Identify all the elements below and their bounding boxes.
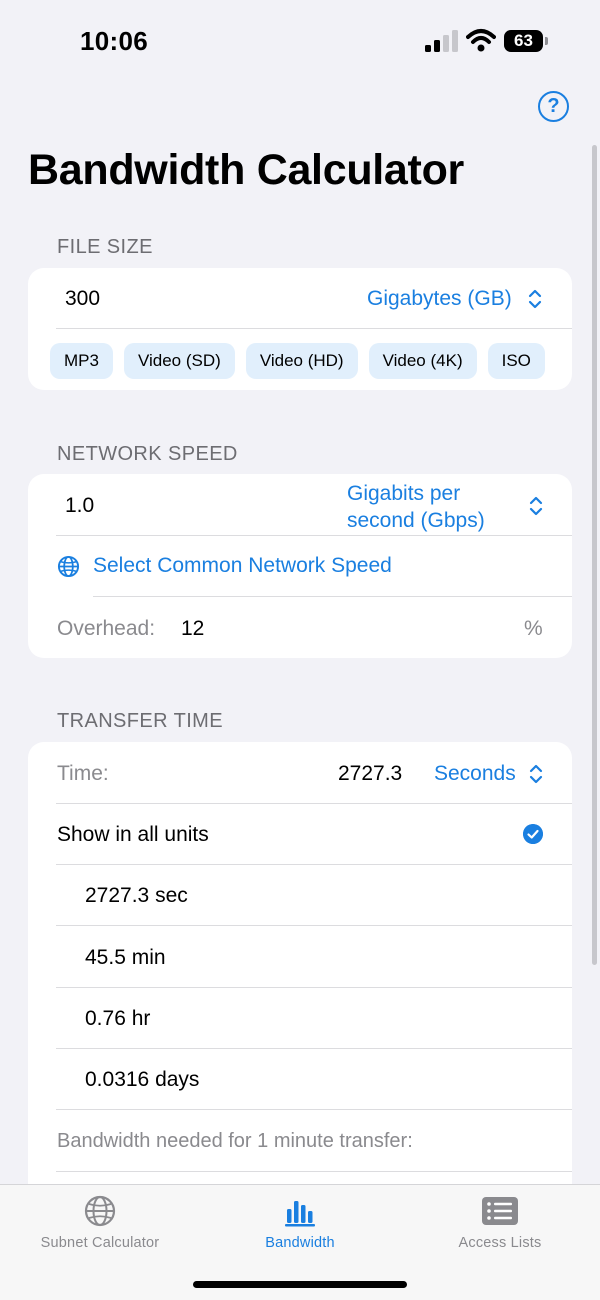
file-size-card: 300 Gigabytes (GB) MP3 Video (SD) Video … — [28, 268, 572, 390]
transfer-time-section-header: TRANSFER TIME — [57, 710, 223, 732]
home-indicator — [193, 1281, 407, 1288]
globe-icon — [84, 1195, 116, 1227]
page-title: Bandwidth Calculator — [28, 146, 464, 194]
tab-bandwidth-label: Bandwidth — [265, 1235, 335, 1251]
tab-subnet-calculator-label: Subnet Calculator — [40, 1235, 160, 1251]
cellular-signal-icon — [425, 30, 458, 52]
bandwidth-needed-label: Bandwidth needed for 1 minute transfer: — [57, 1130, 413, 1152]
list-icon — [482, 1197, 518, 1225]
file-size-section-header: FILE SIZE — [57, 236, 153, 258]
network-speed-unit-picker[interactable]: Gigabits per second (Gbps) — [347, 480, 485, 534]
unit-seconds-value: 2727.3 sec — [85, 884, 188, 907]
network-speed-section-header: NETWORK SPEED — [57, 443, 238, 465]
show-all-units-label: Show in all units — [57, 823, 209, 846]
chevron-up-down-icon — [529, 496, 543, 516]
network-speed-card: 1.0 Gigabits per second (Gbps) Select Co… — [28, 474, 572, 658]
battery-level: 63 — [514, 31, 533, 50]
unit-hours-value: 0.76 hr — [85, 1007, 151, 1030]
select-common-speed-row[interactable]: Select Common Network Speed — [28, 536, 572, 596]
tab-access-lists-label: Access Lists — [458, 1235, 542, 1251]
tab-subnet-calculator[interactable]: Subnet Calculator — [0, 1185, 200, 1265]
overhead-label: Overhead: — [57, 617, 156, 640]
file-size-unit-picker[interactable]: Gigabytes (GB) — [367, 287, 512, 311]
overhead-input[interactable]: 12 — [181, 617, 204, 641]
preset-video-sd-button[interactable]: Video (SD) — [123, 343, 235, 379]
tab-bandwidth[interactable]: Bandwidth — [200, 1185, 400, 1265]
time-label: Time: — [57, 762, 109, 785]
overhead-unit: % — [524, 617, 543, 640]
help-button[interactable]: ? — [538, 91, 569, 122]
preset-video-hd-button[interactable]: Video (HD) — [245, 343, 358, 379]
tab-access-lists[interactable]: Access Lists — [400, 1185, 600, 1265]
select-common-speed-label: Select Common Network Speed — [93, 554, 392, 577]
show-all-units-toggle[interactable]: Show in all units — [28, 804, 572, 865]
scroll-indicator[interactable] — [592, 145, 597, 965]
network-speed-input[interactable]: 1.0 — [65, 494, 94, 518]
transfer-time-card: Time: 2727.3 Seconds Show in all units 2… — [28, 742, 572, 1202]
unit-days-value: 0.0316 days — [85, 1068, 200, 1091]
status-time: 10:06 — [80, 26, 148, 56]
time-value: 2727.3 — [338, 762, 403, 785]
preset-mp3-button[interactable]: MP3 — [50, 343, 113, 379]
preset-video-4k-button[interactable]: Video (4K) — [368, 343, 477, 379]
preset-iso-button[interactable]: ISO — [487, 343, 545, 379]
file-size-presets: MP3 Video (SD) Video (HD) Video (4K) ISO — [50, 343, 545, 379]
status-bar: 10:06 63 — [0, 0, 600, 80]
chevron-up-down-icon — [529, 764, 543, 784]
time-unit-picker[interactable]: Seconds — [434, 762, 516, 786]
globe-icon — [57, 555, 80, 578]
checkmark-circle-icon — [523, 824, 543, 844]
chevron-up-down-icon — [528, 289, 542, 309]
battery-icon: 63 — [504, 30, 548, 52]
unit-minutes-value: 45.5 min — [85, 946, 166, 969]
screen: 10:06 63 ? Bandwidth Calculator FILE SIZ… — [0, 0, 600, 1300]
file-size-input[interactable]: 300 — [65, 287, 100, 311]
wifi-icon — [466, 29, 496, 52]
chart-bar-icon — [285, 1201, 315, 1227]
